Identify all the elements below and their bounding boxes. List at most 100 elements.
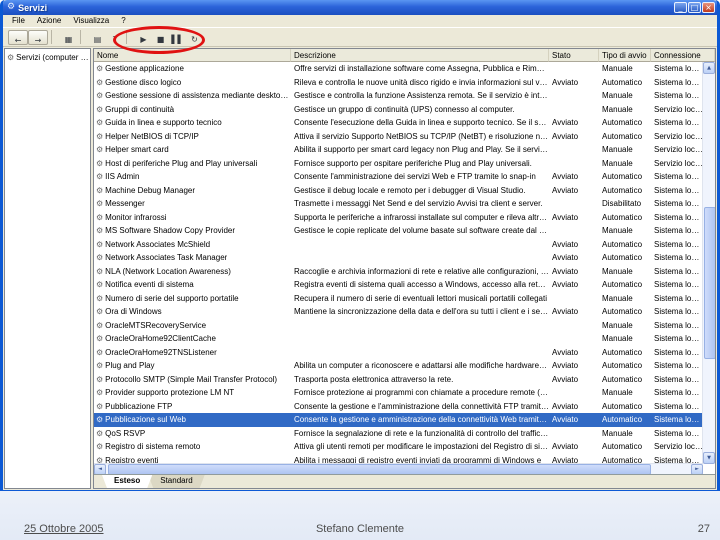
back-icon[interactable]: ← xyxy=(8,29,28,45)
scroll-down-icon[interactable]: ▼ xyxy=(703,452,715,464)
Network Associates McShield[interactable]: ⚙ Network Associates McShield Avviato Au… xyxy=(94,238,703,252)
service-name: NLA (Network Location Awareness) xyxy=(105,266,231,276)
service-startup-type: Manuale xyxy=(602,388,633,398)
Notifica eventi di sistema[interactable]: ⚙ Notifica eventi di sistema Registra ev… xyxy=(94,278,703,292)
start-service-icon[interactable]: ▶ xyxy=(135,30,152,45)
Protocollo SMTP (Simple Mail Transfer Protocol)[interactable]: ⚙ Protocollo SMTP (Simple Mail Transfer … xyxy=(94,373,703,387)
show-console-tree-icon[interactable]: ▦ xyxy=(60,30,77,45)
service-gear-icon: ⚙ xyxy=(96,280,104,290)
column-header[interactable]: Descrizione xyxy=(291,49,549,62)
service-description: Recupera il numero di serie di eventuali… xyxy=(294,293,548,303)
stop-service-icon[interactable]: ■ xyxy=(152,30,169,45)
OracleOraHome92TNSListener[interactable]: ⚙ OracleOraHome92TNSListener Avviato Aut… xyxy=(94,346,703,360)
service-name: MS Software Shadow Copy Provider xyxy=(105,226,236,236)
pause-service-icon[interactable]: ▌▌ xyxy=(169,30,186,45)
Messenger[interactable]: ⚙ Messenger Trasmette i messaggi Net Sen… xyxy=(94,197,703,211)
window-title: Servizi xyxy=(18,2,48,13)
column-header[interactable]: Tipo di avvio xyxy=(599,49,651,62)
vertical-scroll-thumb[interactable] xyxy=(704,207,715,359)
service-description: Gestisce il debug locale e remoto per i … xyxy=(294,185,526,195)
NLA (Network Location Awareness)[interactable]: ⚙ NLA (Network Location Awareness) Racco… xyxy=(94,265,703,279)
view-tab[interactable]: Esteso xyxy=(102,475,152,488)
column-header[interactable]: Connessione xyxy=(651,49,715,62)
service-startup-type: Automatico xyxy=(602,77,643,87)
Gruppi di continuità[interactable]: ⚙ Gruppi di continuità Gestisce un grupp… xyxy=(94,103,703,117)
Gestione sessione di assistenza mediante desktop remoto[interactable]: ⚙ Gestione sessione di assistenza median… xyxy=(94,89,703,103)
service-startup-type: Automatico xyxy=(602,131,643,141)
menu-item[interactable]: Visualizza xyxy=(67,15,115,27)
vertical-scrollbar[interactable]: ▲ ▼ xyxy=(702,62,715,464)
tree-item-services-root[interactable]: ⚙ Servizi (computer locale) xyxy=(5,49,90,64)
Machine Debug Manager[interactable]: ⚙ Machine Debug Manager Gestisce il debu… xyxy=(94,184,703,198)
service-status: Avviato xyxy=(552,253,579,263)
service-name-cell: ⚙ Helper smart card xyxy=(94,143,291,156)
column-header[interactable]: Nome xyxy=(94,49,291,62)
Plug and Play[interactable]: ⚙ Plug and Play Abilita un computer a ri… xyxy=(94,359,703,373)
service-name-cell: ⚙ Network Associates Task Manager xyxy=(94,251,291,264)
properties-icon[interactable]: ▤ xyxy=(89,30,106,45)
IIS Admin[interactable]: ⚙ IIS Admin Consente l'amministrazione d… xyxy=(94,170,703,184)
minimize-button[interactable]: _ xyxy=(674,2,687,13)
menu-item[interactable]: Azione xyxy=(31,15,67,27)
forward-icon[interactable]: → xyxy=(28,29,48,45)
service-logon-as: Sistema locale xyxy=(654,77,703,87)
service-description: Fornisce la segnalazione di rete e la fu… xyxy=(294,428,549,438)
service-gear-icon: ⚙ xyxy=(96,266,104,276)
service-startup-type: Automatico xyxy=(602,118,643,128)
service-name: Provider supporto protezione LM NT xyxy=(105,388,235,398)
service-description: Mantiene la sincronizzazione della data … xyxy=(294,307,549,317)
service-startup-type: Automatico xyxy=(602,280,643,290)
service-description: Supporta le periferiche a infrarossi ins… xyxy=(294,212,549,222)
service-gear-icon: ⚙ xyxy=(96,131,104,141)
OracleMTSRecoveryService[interactable]: ⚙ OracleMTSRecoveryService Manuale Siste… xyxy=(94,319,703,333)
toolbar-separator xyxy=(126,30,132,44)
column-header[interactable]: Stato xyxy=(549,49,599,62)
Guida in linea e supporto tecnico[interactable]: ⚙ Guida in linea e supporto tecnico Cons… xyxy=(94,116,703,130)
Pubblicazione sul Web[interactable]: ⚙ Pubblicazione sul Web Consente la gest… xyxy=(94,413,703,427)
Monitor infrarossi[interactable]: ⚙ Monitor infrarossi Supporta le perifer… xyxy=(94,211,703,225)
Helper smart card[interactable]: ⚙ Helper smart card Abilita il supporto … xyxy=(94,143,703,157)
maximize-button[interactable]: □ xyxy=(688,2,701,13)
restart-service-icon[interactable]: ↻ xyxy=(186,30,203,45)
Gestione applicazione[interactable]: ⚙ Gestione applicazione Offre servizi di… xyxy=(94,62,703,76)
toolbar-button-glyph: ↻ xyxy=(191,34,198,44)
service-gear-icon: ⚙ xyxy=(96,388,104,398)
service-name-cell: ⚙ Provider supporto protezione LM NT xyxy=(94,386,291,399)
Gestione disco logico[interactable]: ⚙ Gestione disco logico Rileva e control… xyxy=(94,76,703,90)
help-icon[interactable]: ? xyxy=(106,30,123,45)
MS Software Shadow Copy Provider[interactable]: ⚙ MS Software Shadow Copy Provider Gesti… xyxy=(94,224,703,238)
Ora di Windows[interactable]: ⚙ Ora di Windows Mantiene la sincronizza… xyxy=(94,305,703,319)
slide-page-number: 27 xyxy=(697,523,710,535)
Registro di sistema remoto[interactable]: ⚙ Registro di sistema remoto Attiva gli … xyxy=(94,440,703,454)
toolbar: ← → ▦ ▤ ? ▶ ■ ▌▌ ↻ xyxy=(3,26,717,54)
Numero di serie del supporto portatile[interactable]: ⚙ Numero di serie del supporto portatile… xyxy=(94,292,703,306)
service-logon-as: Sistema locale xyxy=(654,239,703,249)
service-status: Avviato xyxy=(552,307,579,317)
service-name-cell: ⚙ Protocollo SMTP (Simple Mail Transfer … xyxy=(94,373,291,386)
service-name: Machine Debug Manager xyxy=(105,185,196,195)
Pubblicazione FTP[interactable]: ⚙ Pubblicazione FTP Consente la gestione… xyxy=(94,400,703,414)
Host di periferiche Plug and Play universali[interactable]: ⚙ Host di periferiche Plug and Play univ… xyxy=(94,157,703,171)
menu-item[interactable]: File xyxy=(6,15,31,27)
Provider supporto protezione LM NT[interactable]: ⚙ Provider supporto protezione LM NT For… xyxy=(94,386,703,400)
service-startup-type: Manuale xyxy=(602,104,633,114)
service-name-cell: ⚙ Gestione disco logico xyxy=(94,76,291,89)
toolbar-button-glyph: ■ xyxy=(156,34,165,44)
view-tab[interactable]: Standard xyxy=(148,475,204,488)
service-logon-as: Sistema locale xyxy=(654,401,703,411)
service-startup-type: Automatico xyxy=(602,185,643,195)
Network Associates Task Manager[interactable]: ⚙ Network Associates Task Manager Avviat… xyxy=(94,251,703,265)
service-status: Avviato xyxy=(552,212,579,222)
service-startup-type: Automatico xyxy=(602,442,643,452)
QoS RSVP[interactable]: ⚙ QoS RSVP Fornisce la segnalazione di r… xyxy=(94,427,703,441)
view-tabs: Esteso Standard xyxy=(94,474,715,488)
service-name: Helper NetBIOS di TCP/IP xyxy=(105,131,199,141)
close-button[interactable]: × xyxy=(702,2,715,13)
toolbar-separator xyxy=(51,30,57,44)
menu-item[interactable]: ? xyxy=(115,15,131,27)
service-name: Network Associates Task Manager xyxy=(105,253,228,263)
OracleOraHome92ClientCache[interactable]: ⚙ OracleOraHome92ClientCache Manuale Sis… xyxy=(94,332,703,346)
Helper NetBIOS di TCP/IP[interactable]: ⚙ Helper NetBIOS di TCP/IP Attiva il ser… xyxy=(94,130,703,144)
scroll-up-icon[interactable]: ▲ xyxy=(703,62,715,74)
title-bar[interactable]: ⚙ Servizi _ □ × xyxy=(3,0,717,15)
